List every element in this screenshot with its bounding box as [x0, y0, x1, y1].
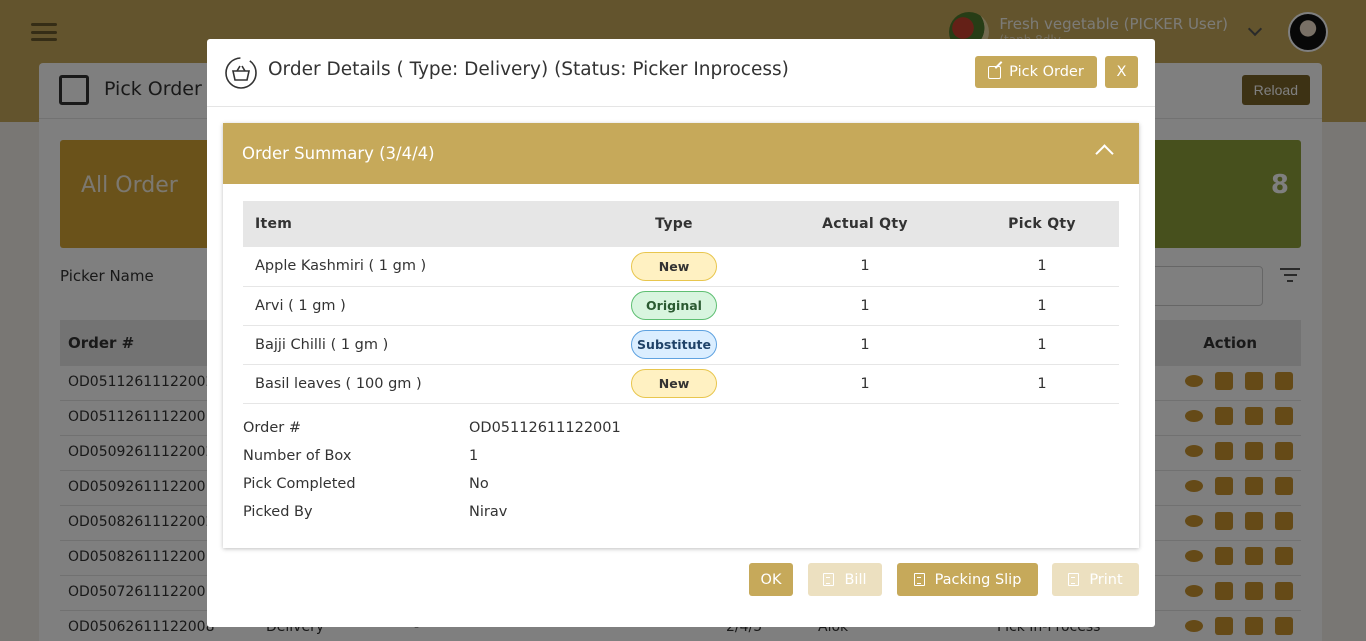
table-header-row: Item Type Actual Qty Pick Qty [243, 201, 1119, 247]
order-items-table: Item Type Actual Qty Pick Qty Apple Kash… [243, 201, 1119, 404]
number-of-box-value: 1 [469, 448, 479, 464]
print-label: Print [1089, 571, 1123, 588]
type-badge: New [631, 369, 717, 398]
packing-slip-icon [913, 573, 925, 586]
pick-order-label: Pick Order [1009, 64, 1084, 80]
item-column-header: Item [243, 201, 583, 247]
packing-slip-label: Packing Slip [934, 571, 1022, 588]
item-name: Apple Kashmiri ( 1 gm ) [243, 247, 583, 287]
packing-slip-button[interactable]: Packing Slip [897, 563, 1038, 596]
table-row: Arvi ( 1 gm ) Original 1 1 [243, 286, 1119, 326]
pick-order-button[interactable]: Pick Order [975, 56, 1097, 88]
pick-completed-label: Pick Completed [243, 476, 356, 492]
type-badge: New [631, 251, 717, 281]
pick-qty: 1 [965, 325, 1119, 365]
table-row: Basil leaves ( 100 gm ) New 1 1 [243, 364, 1119, 404]
actual-qty: 1 [765, 364, 965, 404]
bill-icon [823, 573, 835, 586]
close-button[interactable]: X [1105, 56, 1138, 88]
pick-qty: 1 [965, 247, 1119, 287]
actual-qty-column-header: Actual Qty [765, 201, 965, 247]
order-number-label: Order # [243, 420, 301, 436]
edit-icon [988, 65, 1002, 79]
picked-by-value: Nirav [469, 504, 508, 520]
actual-qty: 1 [765, 247, 965, 287]
print-icon [1068, 573, 1080, 586]
basket-icon [225, 57, 257, 89]
ok-button[interactable]: OK [749, 563, 793, 596]
actual-qty: 1 [765, 286, 965, 326]
modal-title: Order Details ( Type: Delivery) (Status:… [268, 59, 789, 80]
number-of-box-label: Number of Box [243, 448, 352, 464]
type-badge: Substitute [631, 330, 717, 359]
pick-qty-column-header: Pick Qty [965, 201, 1119, 247]
item-name: Arvi ( 1 gm ) [243, 286, 583, 326]
item-name: Basil leaves ( 100 gm ) [243, 364, 583, 404]
pick-qty: 1 [965, 364, 1119, 404]
order-summary-panel: Order Summary (3/4/4) Item Type Actual Q… [223, 123, 1139, 548]
order-summary-header[interactable]: Order Summary (3/4/4) [223, 123, 1139, 184]
picked-by-label: Picked By [243, 504, 313, 520]
bill-label: Bill [844, 571, 867, 588]
modal-header: Order Details ( Type: Delivery) (Status:… [207, 39, 1155, 107]
actual-qty: 1 [765, 325, 965, 365]
table-row: Bajji Chilli ( 1 gm ) Substitute 1 1 [243, 325, 1119, 365]
order-details-modal: Order Details ( Type: Delivery) (Status:… [207, 39, 1155, 627]
order-number-value: OD05112611122001 [469, 420, 621, 436]
item-name: Bajji Chilli ( 1 gm ) [243, 325, 583, 365]
type-badge: Original [631, 291, 717, 320]
pick-qty: 1 [965, 286, 1119, 326]
chevron-up-icon[interactable] [1095, 144, 1114, 163]
bill-button[interactable]: Bill [808, 563, 882, 596]
print-button[interactable]: Print [1052, 563, 1139, 596]
type-column-header: Type [583, 201, 765, 247]
pick-completed-value: No [469, 476, 489, 492]
order-summary-title: Order Summary (3/4/4) [242, 144, 435, 163]
table-row: Apple Kashmiri ( 1 gm ) New 1 1 [243, 247, 1119, 287]
